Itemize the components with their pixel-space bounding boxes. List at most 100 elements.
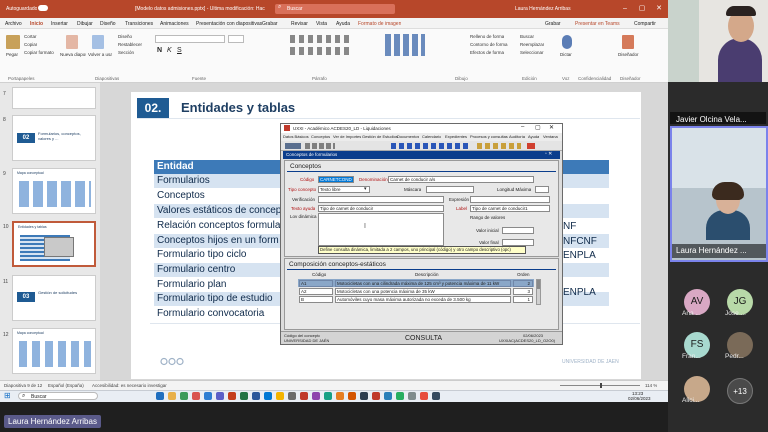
menu-presentacion[interactable]: Presentación con diapositivas <box>196 21 262 27</box>
paste-label[interactable]: Pegar <box>6 52 18 57</box>
slide-thumbnail-10-selected[interactable]: Entidades y tablas <box>12 221 96 267</box>
edge-icon[interactable] <box>204 392 212 400</box>
microphone-icon[interactable] <box>562 35 572 49</box>
codigo-field[interactable]: CARNETCOND <box>318 176 354 183</box>
menu-ayuda[interactable]: Ayuda <box>336 21 350 27</box>
layout-button[interactable]: Diseño <box>118 34 132 39</box>
underline-icon[interactable]: S <box>177 47 182 54</box>
uxxi-menu-auditoria[interactable]: Auditoría <box>509 134 525 139</box>
chrome-icon[interactable] <box>276 392 284 400</box>
slide-thumbnail-12[interactable]: Mapa conceptual <box>12 328 96 374</box>
row-code[interactable]: B <box>299 296 333 303</box>
uxxi-tool-icons[interactable] <box>477 143 521 149</box>
row-order[interactable]: 3 <box>513 288 533 295</box>
new-slide-label[interactable]: Nueva diapositiva <box>60 52 86 57</box>
paragraph-controls[interactable] <box>290 35 350 43</box>
row-description[interactable]: Motocicletas con una potencia máxima de … <box>335 288 511 295</box>
valor-final-field[interactable] <box>502 239 534 246</box>
menu-inicio[interactable]: Inicio <box>30 21 43 27</box>
uxxi-minimize-icon[interactable]: – <box>521 124 524 130</box>
font-size-dropdown[interactable] <box>228 35 244 43</box>
row-code[interactable]: A1 <box>299 280 333 287</box>
italic-icon[interactable]: K <box>167 47 172 54</box>
copy-button[interactable]: Copiar <box>24 42 37 47</box>
menu-revisar[interactable]: Revisar <box>291 21 308 27</box>
folder-icon[interactable] <box>168 392 176 400</box>
taskbar-app-icon[interactable] <box>324 392 332 400</box>
format-painter-button[interactable]: Copiar formato <box>24 50 54 55</box>
teams-icon[interactable] <box>216 392 224 400</box>
taskbar-app-icon[interactable] <box>396 392 404 400</box>
uxxi-menu-calendario[interactable]: Calendario <box>422 134 441 139</box>
scrollbar-thumb[interactable] <box>537 280 540 289</box>
uxxi-menu-datos-basicos[interactable]: Datos Básicos <box>283 134 309 139</box>
denominacion-field[interactable]: Carnet de conducir a/s <box>388 176 534 183</box>
menu-archivo[interactable]: Archivo <box>5 21 22 27</box>
autosave-toggle[interactable] <box>38 5 48 11</box>
uxxi-menu-ver-importes[interactable]: Ver de Importes <box>333 134 361 139</box>
menu-diseno[interactable]: Diseño <box>100 21 116 27</box>
slide-thumbnail-9[interactable]: Mapa conceptual <box>12 168 96 214</box>
row-order[interactable]: 1 <box>513 296 533 303</box>
menu-transiciones[interactable]: Transiciones <box>125 21 153 27</box>
menu-animaciones[interactable]: Animaciones <box>160 21 189 27</box>
minimize-icon[interactable]: – <box>620 4 630 14</box>
shape-fill-button[interactable]: Relleno de forma <box>470 34 504 39</box>
designer-icon[interactable] <box>622 35 634 49</box>
zoom-level[interactable]: 114 % <box>645 383 657 388</box>
menu-formato-imagen[interactable]: Formato de imagen <box>358 21 401 27</box>
more-participants-button[interactable]: +13 <box>727 378 753 404</box>
uxxi-edit-icons[interactable] <box>305 143 335 149</box>
replace-button[interactable]: Reemplazar <box>520 42 544 47</box>
share-button[interactable]: Compartir <box>634 21 656 27</box>
verificacion-field[interactable] <box>318 196 444 203</box>
uxxi-navigation-icons[interactable] <box>391 143 471 149</box>
row-description[interactable]: Automóviles cuyo masa máxima autorizada … <box>335 296 511 303</box>
taskbar-app-icon[interactable] <box>300 392 308 400</box>
accessibility-indicator[interactable]: Accesibilidad: es necesario investigar <box>92 383 167 388</box>
search-box[interactable]: ⌕ Buscar <box>275 4 395 14</box>
powerpoint-icon[interactable] <box>228 392 236 400</box>
reuse-slides-label[interactable]: Volver a usar diapositivas <box>88 52 112 57</box>
tipo-concepto-select[interactable]: Texto libre <box>318 186 370 193</box>
shape-effects-button[interactable]: Efectos de forma <box>470 50 504 55</box>
dictate-label[interactable]: Dictar <box>560 52 572 57</box>
reset-button[interactable]: Restablecer <box>118 42 142 47</box>
slide-thumbnail-8[interactable]: 02 Formularios, conceptos, valores y ... <box>12 115 96 161</box>
windows-start-icon[interactable]: ⊞ <box>4 391 11 400</box>
taskbar-app-icon[interactable] <box>192 392 200 400</box>
font-name-dropdown[interactable] <box>155 35 225 43</box>
shape-outline-button[interactable]: Contorno de forma <box>470 42 508 47</box>
taskbar-app-icon[interactable] <box>360 392 368 400</box>
taskbar-app-icon[interactable] <box>432 392 440 400</box>
find-button[interactable]: Buscar <box>520 34 534 39</box>
uxxi-close-icon[interactable]: ✕ <box>549 124 554 131</box>
user-name[interactable]: Laura Hernández Arribas <box>515 6 571 12</box>
taskbar-search-box[interactable]: ⌕ Buscar <box>18 392 98 400</box>
language-indicator[interactable]: Español (España) <box>48 383 84 388</box>
expresion-field[interactable] <box>470 196 550 203</box>
mascara-field[interactable] <box>426 186 474 193</box>
chevron-down-icon[interactable]: ▾ <box>364 186 367 192</box>
row-description[interactable]: Motocicletas con una cilindrada máxima d… <box>335 280 511 287</box>
taskbar-app-icon[interactable] <box>312 392 320 400</box>
row-order[interactable]: 2 <box>513 280 533 287</box>
uxxi-menu-documentos[interactable]: Documentos <box>397 134 419 139</box>
clock-date[interactable]: 02/06/2023 <box>628 396 651 401</box>
uxxi-menu-ayuda[interactable]: Ayuda <box>528 134 539 139</box>
maximize-icon[interactable]: ▢ <box>637 4 647 14</box>
taskbar-app-icon[interactable] <box>408 392 416 400</box>
uxxi-menu-gestion-estudios[interactable]: Gestión de Estudios <box>362 134 398 139</box>
taskbar-app-icon[interactable] <box>156 392 164 400</box>
taskbar-app-icon[interactable] <box>348 392 356 400</box>
taskbar-app-icon[interactable] <box>384 392 392 400</box>
outlook-icon[interactable] <box>264 392 272 400</box>
paste-icon[interactable] <box>6 35 20 49</box>
select-button[interactable]: Seleccionar <box>520 50 544 55</box>
new-slide-icon[interactable] <box>66 35 78 49</box>
uxxi-subform-controls-icon[interactable]: ▫ ✕ <box>545 151 552 157</box>
close-icon[interactable]: ✕ <box>654 4 664 14</box>
menu-vista[interactable]: Vista <box>316 21 327 27</box>
reuse-slides-icon[interactable] <box>92 35 104 49</box>
taskbar-app-icon[interactable] <box>420 392 428 400</box>
